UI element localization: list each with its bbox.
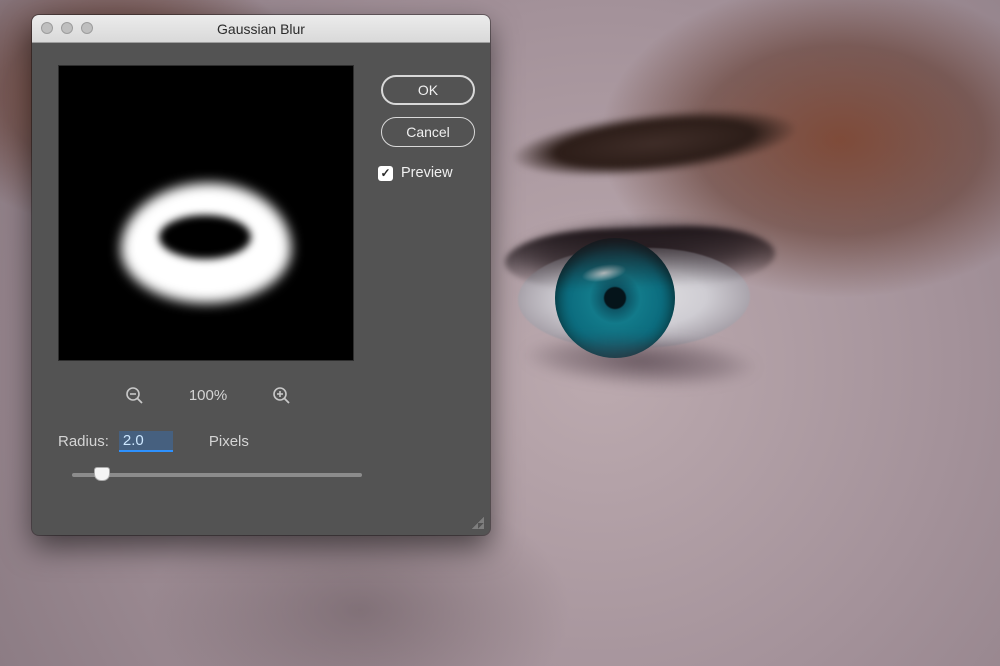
ok-button-label: OK — [418, 82, 438, 98]
dialog-title: Gaussian Blur — [40, 21, 482, 37]
radius-unit-label: Pixels — [209, 433, 249, 450]
zoom-in-icon[interactable] — [271, 385, 291, 405]
ok-button[interactable]: OK — [381, 75, 475, 105]
radius-label: Radius: — [58, 433, 109, 450]
radius-input[interactable] — [119, 431, 173, 452]
dialog-titlebar[interactable]: Gaussian Blur — [32, 15, 490, 43]
gaussian-blur-dialog: Gaussian Blur OK Cancel ✓ Preview — [32, 15, 490, 535]
cancel-button[interactable]: Cancel — [381, 117, 475, 147]
radius-slider-thumb[interactable] — [94, 467, 110, 481]
preview-mask-shape — [121, 183, 291, 303]
checkbox-icon[interactable]: ✓ — [378, 166, 393, 181]
minimize-icon[interactable] — [61, 22, 73, 34]
zoom-out-icon[interactable] — [125, 385, 145, 405]
filter-preview-box[interactable] — [58, 65, 354, 361]
zoom-window-icon[interactable] — [81, 22, 93, 34]
radius-slider-track[interactable] — [72, 473, 362, 477]
cancel-button-label: Cancel — [406, 124, 450, 140]
window-controls — [41, 22, 93, 34]
close-icon[interactable] — [41, 22, 53, 34]
preview-checkbox-label: Preview — [401, 165, 453, 181]
preview-checkbox-row[interactable]: ✓ Preview — [372, 165, 453, 181]
zoom-level-label: 100% — [189, 387, 227, 404]
resize-grip-icon[interactable] — [468, 513, 484, 529]
